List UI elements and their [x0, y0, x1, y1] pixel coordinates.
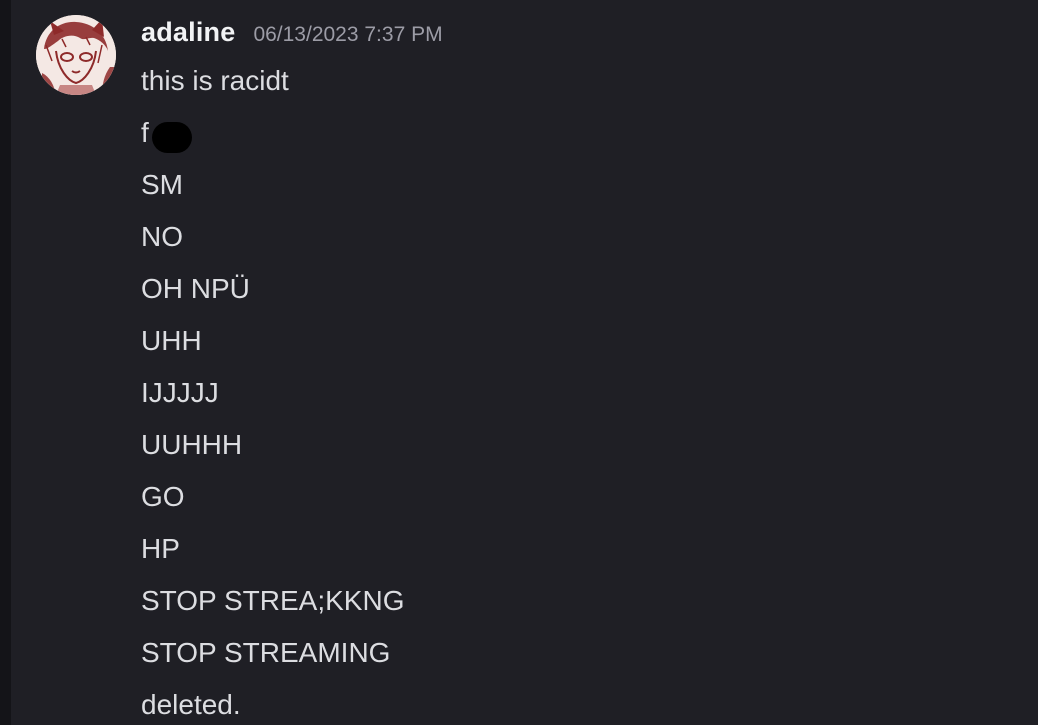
message-text: f [141, 117, 149, 148]
censored-message: f [141, 110, 192, 156]
message-text: this is racidt [141, 65, 289, 96]
message-text: GO [141, 481, 185, 512]
message-text: deleted. [141, 689, 241, 720]
message-text: IJJJJJ [141, 377, 219, 408]
message-text: HP [141, 533, 180, 564]
censor-mark [151, 121, 192, 153]
avatar[interactable] [36, 15, 116, 95]
message-line: HP [141, 526, 1001, 578]
message-text: UHH [141, 325, 202, 356]
message-line: SM [141, 162, 1001, 214]
message-line: STOP STREA;KKNG [141, 578, 1001, 630]
anime-sketch-avatar-icon [36, 15, 116, 95]
username[interactable]: adaline [141, 17, 235, 48]
message-line: NO [141, 214, 1001, 266]
message-text: UUHHH [141, 429, 243, 460]
message-line: STOP STREAMING [141, 630, 1001, 682]
message-header: adaline 06/13/2023 7:37 PM [141, 17, 443, 53]
message-text: SM [141, 169, 183, 200]
chat-window: adaline 06/13/2023 7:37 PM this is racid… [0, 0, 1038, 725]
message-text: OH NPÜ [141, 273, 250, 304]
message-lines: this is racidt f SM NO OH NPÜ UHH IJJJJJ… [141, 58, 1001, 725]
message-line: GO [141, 474, 1001, 526]
message-line: UUHHH [141, 422, 1001, 474]
message-line: IJJJJJ [141, 370, 1001, 422]
message-line: UHH [141, 318, 1001, 370]
message-line: this is racidt [141, 58, 1001, 110]
message-text: NO [141, 221, 183, 252]
message-line: deleted. [141, 682, 1001, 725]
timestamp[interactable]: 06/13/2023 7:37 PM [253, 23, 442, 47]
message-line: f [141, 110, 1001, 162]
left-edge-divider [0, 0, 11, 725]
message-text: STOP STREA;KKNG [141, 585, 405, 616]
message-group: adaline 06/13/2023 7:37 PM this is racid… [11, 0, 1038, 725]
message-text: STOP STREAMING [141, 637, 391, 668]
message-line: OH NPÜ [141, 266, 1001, 318]
